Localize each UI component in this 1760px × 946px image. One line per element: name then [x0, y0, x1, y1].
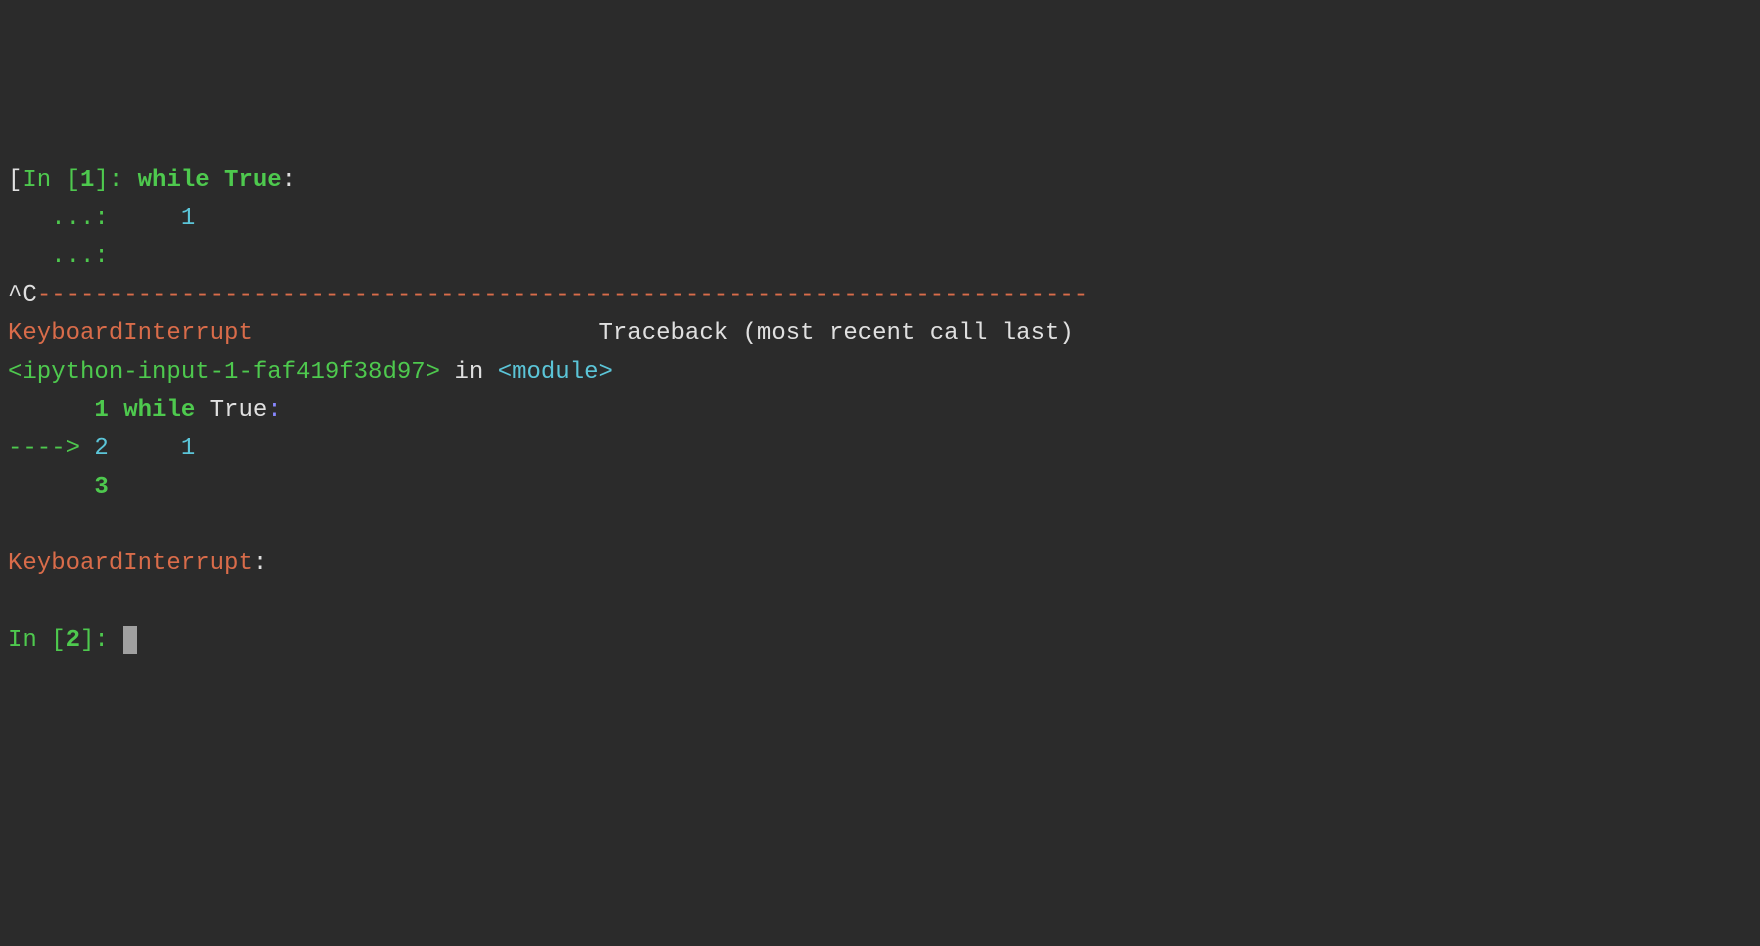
colon: :: [267, 397, 281, 424]
blank-line: [8, 507, 1760, 545]
literal-value: 1: [109, 435, 195, 462]
keyword-true: True: [210, 167, 282, 194]
error-colon: :: [253, 550, 282, 577]
line-number: 1: [94, 397, 108, 424]
keyword-true: True: [195, 397, 267, 424]
blank-line: [8, 584, 1760, 622]
traceback-code-line-2: ----> 2 1: [8, 430, 1760, 468]
colon: :: [282, 167, 296, 194]
in-label: In [: [22, 167, 80, 194]
error-name: KeyboardInterrupt: [8, 550, 253, 577]
in-label: In [: [8, 627, 66, 654]
terminal-output[interactable]: [In [1]: while True: ...: 1 ...: ^C-----…: [8, 162, 1760, 746]
arrow-marker: ---->: [8, 435, 94, 462]
continuation-line-1: ...: 1: [8, 200, 1760, 238]
keyword-while: while: [109, 397, 195, 424]
traceback-code-line-3: 3: [8, 469, 1760, 507]
bracket: [: [8, 167, 22, 194]
ctrl-c-marker: ^C: [8, 282, 37, 309]
keyword-while: while: [138, 167, 210, 194]
traceback-header: KeyboardInterrupt Traceback (most recent…: [8, 315, 1760, 353]
continuation-prefix: ...:: [8, 243, 123, 270]
line-number: 3: [94, 474, 108, 501]
traceback-code-line-1: 1 while True:: [8, 392, 1760, 430]
input-prompt-1: [In [1]: while True:: [8, 162, 1760, 200]
prompt-number: 2: [66, 627, 80, 654]
module-reference: <module>: [498, 359, 613, 386]
traceback-location: <ipython-input-1-faf419f38d97> in <modul…: [8, 354, 1760, 392]
continuation-line-2: ...:: [8, 238, 1760, 276]
separator-dashes: ----------------------------------------…: [37, 282, 1088, 309]
cursor-icon[interactable]: [123, 626, 137, 654]
input-reference: <ipython-input-1-faf419f38d97>: [8, 359, 440, 386]
error-name: KeyboardInterrupt: [8, 320, 253, 347]
continuation-prefix: ...:: [8, 205, 123, 232]
line-number: 2: [94, 435, 108, 462]
spacer: [253, 320, 599, 347]
prompt-close: ]:: [94, 167, 137, 194]
indent: [8, 474, 94, 501]
in-keyword: in: [440, 359, 498, 386]
error-summary: KeyboardInterrupt:: [8, 545, 1760, 583]
literal-value: 1: [123, 205, 195, 232]
interrupt-line: ^C--------------------------------------…: [8, 277, 1760, 315]
prompt-number: 1: [80, 167, 94, 194]
traceback-label: Traceback (most recent call last): [599, 320, 1074, 347]
input-prompt-2: In [2]:: [8, 622, 1760, 660]
prompt-close: ]:: [80, 627, 123, 654]
indent: [8, 397, 94, 424]
